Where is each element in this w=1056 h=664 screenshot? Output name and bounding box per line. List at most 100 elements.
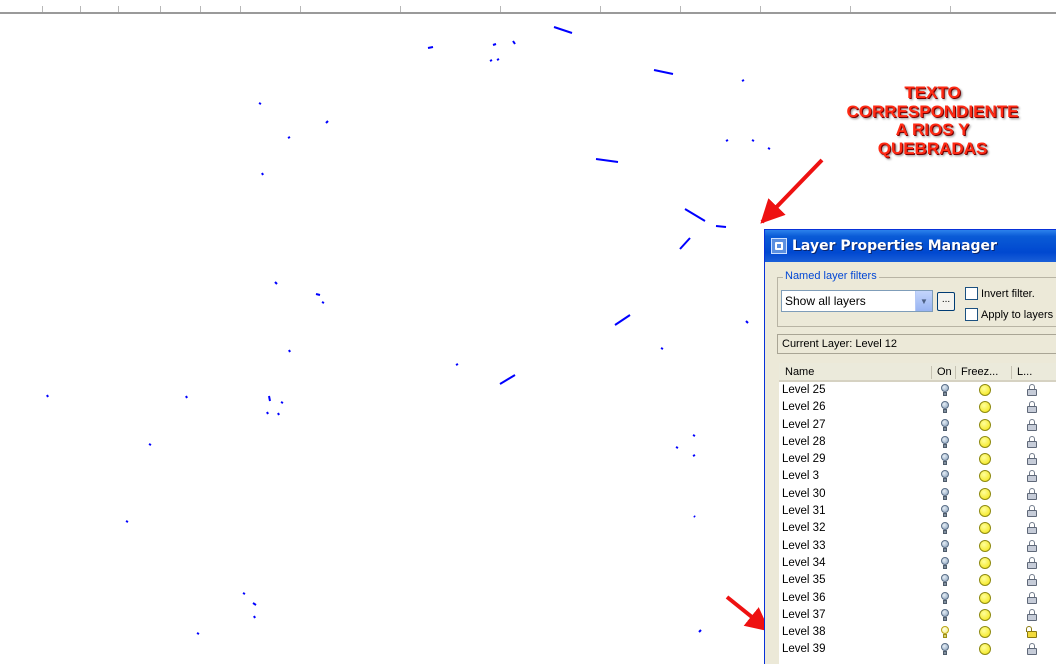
layer-row[interactable]: Level 34	[779, 555, 1056, 572]
drawing-line-segment	[692, 434, 696, 437]
layer-row[interactable]: Level 37	[779, 607, 1056, 624]
drawing-line-segment	[492, 43, 497, 46]
layer-row[interactable]: Level 36	[779, 590, 1056, 607]
drawing-line-segment	[315, 293, 321, 296]
layer-name: Level 26	[782, 401, 826, 414]
light-bulb-icon[interactable]	[941, 522, 949, 535]
dropdown-arrow-icon[interactable]: ▼	[915, 291, 932, 311]
lock-icon[interactable]	[1027, 539, 1037, 553]
freeze-sun-icon[interactable]	[979, 435, 991, 448]
freeze-sun-icon[interactable]	[979, 487, 991, 500]
drawing-line-segment	[692, 454, 696, 457]
drawing-line-segment	[499, 374, 516, 385]
layer-name: Level 39	[782, 643, 826, 656]
freeze-sun-icon[interactable]	[979, 384, 991, 396]
freeze-sun-icon[interactable]	[979, 643, 991, 656]
invert-filter-label: Invert filter.	[981, 287, 1035, 300]
apply-to-layers-checkbox[interactable]: Apply to layers	[965, 308, 1053, 321]
drawing-line-segment	[268, 395, 271, 402]
light-bulb-icon[interactable]	[941, 453, 949, 466]
lock-icon[interactable]	[1027, 401, 1037, 414]
drawing-line-segment	[325, 120, 329, 124]
light-bulb-icon[interactable]	[941, 384, 949, 397]
filter-dropdown[interactable]: Show all layers ▼	[781, 290, 933, 312]
layer-row[interactable]: Level 27	[779, 417, 1056, 434]
freeze-sun-icon[interactable]	[979, 608, 991, 621]
lock-icon[interactable]	[1027, 470, 1037, 483]
layer-row[interactable]: Level 30	[779, 486, 1056, 503]
drawing-line-segment	[427, 46, 434, 49]
drawing-line-segment	[698, 629, 702, 633]
column-header-on[interactable]: On	[937, 366, 952, 378]
drawing-line-segment	[266, 411, 269, 415]
layer-name: Level 38	[782, 626, 826, 639]
layer-row[interactable]: Level 33	[779, 538, 1056, 555]
light-bulb-icon[interactable]	[941, 435, 949, 449]
light-bulb-icon[interactable]	[941, 556, 949, 570]
lock-icon[interactable]	[1027, 487, 1037, 501]
drawing-line-segment	[751, 139, 755, 142]
drawing-line-segment	[675, 446, 679, 449]
lock-icon[interactable]	[1027, 643, 1037, 656]
light-bulb-icon[interactable]	[941, 591, 949, 605]
freeze-sun-icon[interactable]	[979, 556, 991, 569]
light-bulb-icon[interactable]	[941, 574, 949, 587]
lock-icon[interactable]	[1027, 384, 1037, 397]
drawing-line-segment	[693, 515, 696, 518]
dialog-titlebar[interactable]: Layer Properties Manager	[765, 230, 1056, 262]
freeze-sun-icon[interactable]	[979, 453, 991, 466]
drawing-line-segment	[745, 320, 749, 324]
column-header-freeze[interactable]: Freez...	[961, 366, 998, 378]
invert-filter-checkbox[interactable]: Invert filter.	[965, 287, 1035, 300]
layer-name: Level 27	[782, 418, 826, 431]
lock-icon[interactable]	[1027, 453, 1037, 466]
layer-row[interactable]: Level 32	[779, 520, 1056, 537]
light-bulb-icon[interactable]	[941, 539, 949, 553]
light-bulb-icon[interactable]	[941, 401, 949, 414]
freeze-sun-icon[interactable]	[979, 418, 991, 431]
layer-row[interactable]: Level 35	[779, 572, 1056, 589]
light-bulb-icon[interactable]	[941, 470, 949, 483]
lock-icon[interactable]	[1027, 556, 1037, 570]
layer-row[interactable]: Level 26	[779, 399, 1056, 416]
layer-row[interactable]: Level 3	[779, 468, 1056, 485]
freeze-sun-icon[interactable]	[979, 470, 991, 483]
lock-icon[interactable]	[1026, 626, 1037, 639]
layer-name: Level 25	[782, 384, 826, 396]
layer-row[interactable]: Level 31	[779, 503, 1056, 520]
light-bulb-icon[interactable]	[941, 608, 949, 622]
checkbox-icon[interactable]	[965, 308, 978, 321]
layer-row[interactable]: Level 28	[779, 434, 1056, 451]
lock-icon[interactable]	[1027, 522, 1037, 535]
column-header-name[interactable]: Name	[785, 366, 814, 378]
lock-icon[interactable]	[1027, 574, 1037, 587]
layer-row[interactable]: Level 38	[779, 624, 1056, 641]
freeze-sun-icon[interactable]	[979, 591, 991, 604]
light-bulb-icon[interactable]	[941, 487, 949, 501]
drawing-line-segment	[46, 394, 49, 398]
freeze-sun-icon[interactable]	[979, 522, 991, 535]
freeze-sun-icon[interactable]	[979, 574, 991, 587]
layer-row[interactable]: Level 39	[779, 641, 1056, 658]
light-bulb-icon[interactable]	[941, 626, 949, 639]
filter-more-button[interactable]: ...	[937, 292, 955, 311]
lock-icon[interactable]	[1027, 608, 1037, 622]
lock-icon[interactable]	[1027, 505, 1037, 518]
named-layer-filters-group: Named layer filters Show all layers ▼ ..…	[777, 270, 1056, 327]
lock-icon[interactable]	[1027, 591, 1037, 605]
layer-name: Level 33	[782, 539, 826, 552]
column-header-lock[interactable]: L...	[1017, 366, 1032, 378]
layer-row[interactable]: Level 29	[779, 451, 1056, 468]
lock-icon[interactable]	[1027, 418, 1037, 432]
light-bulb-icon[interactable]	[941, 643, 949, 656]
freeze-sun-icon[interactable]	[979, 401, 991, 414]
freeze-sun-icon[interactable]	[979, 505, 991, 518]
app-icon	[771, 238, 787, 254]
lock-icon[interactable]	[1027, 435, 1037, 449]
light-bulb-icon[interactable]	[941, 418, 949, 432]
freeze-sun-icon[interactable]	[979, 539, 991, 552]
freeze-sun-icon[interactable]	[979, 626, 991, 639]
checkbox-icon[interactable]	[965, 287, 978, 300]
layer-row[interactable]: Level 25	[779, 382, 1056, 399]
light-bulb-icon[interactable]	[941, 505, 949, 518]
